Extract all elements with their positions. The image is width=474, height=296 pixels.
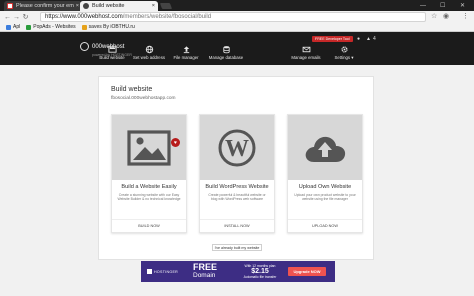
dev-tool-button[interactable]: FREE Developer Tool bbox=[312, 36, 353, 42]
nav-label: Settings ▾ bbox=[334, 55, 354, 60]
bookmark-apps[interactable]: Apl bbox=[6, 24, 20, 30]
nav-label: Set web address bbox=[132, 55, 165, 60]
upgrade-now-button[interactable]: Upgrade NOW bbox=[288, 267, 326, 276]
cloud-upload-icon bbox=[305, 136, 346, 162]
banner-brand: HOSTINGER bbox=[154, 269, 179, 274]
upload-icon bbox=[183, 46, 189, 54]
url-path: /members/website/fbosocial/build bbox=[122, 14, 212, 20]
banner-free: FREE bbox=[193, 262, 218, 272]
divider bbox=[112, 219, 186, 220]
database-icon bbox=[222, 46, 230, 54]
already-built-button[interactable]: I've already built my website bbox=[212, 244, 262, 251]
card-description: Upload your own product website to your … bbox=[294, 193, 356, 202]
wordpress-icon: W bbox=[218, 129, 256, 166]
window-close-icon[interactable]: ✕ bbox=[460, 0, 465, 11]
nav-manage-emails[interactable]: Manage emails bbox=[286, 45, 326, 65]
gear-icon bbox=[340, 46, 348, 53]
nav-manage-database[interactable]: Manage database bbox=[206, 45, 246, 65]
apps-icon bbox=[6, 24, 11, 30]
bookmark-icon bbox=[81, 24, 87, 30]
card-wordpress[interactable]: W Build WordPress Website Create powerfu… bbox=[199, 114, 275, 233]
card-website-builder[interactable]: Build a Website Easily Create a stunning… bbox=[111, 114, 187, 233]
globe-icon bbox=[145, 45, 153, 54]
close-icon[interactable]: × bbox=[152, 3, 155, 9]
card-title: Upload Own Website bbox=[298, 184, 352, 190]
maximize-icon[interactable]: ☐ bbox=[440, 0, 445, 11]
card-title: Build a Website Easily bbox=[121, 184, 177, 190]
minimize-icon[interactable]: — bbox=[420, 0, 426, 11]
logo-icon bbox=[80, 41, 89, 51]
site-address: fbosocial.000webhostapp.com bbox=[111, 96, 176, 101]
browser-tab-strip: Please confirm your em × Build website ×… bbox=[0, 0, 474, 11]
heart-icon: ♥ bbox=[171, 138, 180, 147]
forward-icon[interactable]: → bbox=[12, 14, 21, 21]
tab-build-website[interactable]: Build website × bbox=[80, 1, 158, 11]
reload-icon[interactable]: ↻ bbox=[21, 13, 30, 21]
build-website-panel: Build website fbosocial.000webhostapp.co… bbox=[98, 76, 374, 260]
nav-build-website[interactable]: Build website bbox=[92, 45, 132, 65]
image-icon bbox=[127, 129, 171, 166]
site-favicon-icon bbox=[83, 3, 89, 9]
card-upload-website[interactable]: Upload Own Website Upload your own produ… bbox=[287, 114, 363, 233]
close-icon[interactable]: × bbox=[76, 3, 79, 9]
back-icon[interactable]: ← bbox=[3, 14, 12, 21]
offer-price: $2.15 bbox=[251, 268, 269, 275]
bookmark-icon bbox=[26, 24, 32, 30]
app-header: 000webhost powered by HOSTINGER FREE Dev… bbox=[0, 32, 474, 65]
address-bar: ← → ↻ https://www.000webhost.com/members… bbox=[0, 11, 474, 23]
nav-settings[interactable]: Settings ▾ bbox=[324, 45, 364, 65]
nav-label: Manage database bbox=[208, 55, 244, 60]
bookmark-saves[interactable]: saves By iOBTHU.ru bbox=[81, 24, 135, 30]
extension-icon[interactable]: ◉ bbox=[443, 12, 449, 20]
bookmark-label: saves By iOBTHU.ru bbox=[88, 24, 135, 30]
bookmark-popads[interactable]: PopAds - Websites bbox=[26, 24, 76, 30]
notification-count: 4 bbox=[373, 36, 376, 42]
card-title: Build WordPress Website bbox=[205, 184, 269, 190]
svg-text:W: W bbox=[225, 136, 249, 162]
offer-line: Automatic file transfer bbox=[243, 275, 277, 279]
hostinger-logo: HOSTINGER bbox=[147, 269, 178, 274]
bookmark-label: PopAds - Websites bbox=[33, 24, 76, 30]
nav-label: Build website bbox=[99, 55, 125, 60]
user-icon[interactable]: ● bbox=[357, 36, 360, 42]
page-title: Build website bbox=[111, 86, 153, 93]
tab-title: Please confirm your em bbox=[16, 3, 74, 9]
nav-label: File manager bbox=[173, 55, 199, 60]
bookmark-label: Apl bbox=[13, 24, 21, 30]
nav-label: Manage emails bbox=[291, 55, 321, 60]
divider bbox=[288, 219, 362, 220]
tab-gmail[interactable]: Please confirm your em × bbox=[4, 1, 82, 11]
banner-domain: Domain bbox=[193, 272, 216, 279]
bookmarks-bar: Apl PopAds - Websites saves By iOBTHU.ru bbox=[0, 23, 474, 32]
star-icon[interactable]: ☆ bbox=[431, 12, 437, 20]
card-thumbnail bbox=[112, 115, 186, 180]
upload-now-button[interactable]: UPLOAD NOW bbox=[288, 224, 362, 228]
menu-icon[interactable]: ⋮ bbox=[462, 12, 469, 20]
card-thumbnail bbox=[288, 115, 362, 180]
tab-title: Build website bbox=[92, 3, 125, 9]
card-description: Create powerful & beautiful website or b… bbox=[208, 193, 266, 202]
mail-icon bbox=[302, 46, 310, 53]
install-now-button[interactable]: INSTALL NOW bbox=[200, 224, 274, 228]
url-domain: https://www.000webhost.com bbox=[45, 14, 123, 20]
banner-offer: With 12 months plan $2.15 Automatic file… bbox=[237, 264, 283, 279]
nav-set-web-address[interactable]: Set web address bbox=[129, 45, 169, 65]
promo-banner[interactable]: HOSTINGER FREE Domain With 12 months pla… bbox=[141, 261, 335, 282]
new-tab-button[interactable] bbox=[159, 3, 173, 9]
hostinger-icon bbox=[147, 269, 152, 274]
gmail-icon bbox=[7, 3, 13, 9]
card-thumbnail: W bbox=[200, 115, 274, 180]
build-now-button[interactable]: BUILD NOW bbox=[112, 224, 186, 228]
card-description: Create a stunning website with our Easy … bbox=[117, 193, 181, 202]
nav-file-manager[interactable]: File manager bbox=[166, 45, 206, 65]
build-icon bbox=[107, 46, 117, 53]
notification-bell-icon[interactable]: ▲ bbox=[366, 36, 371, 42]
divider bbox=[200, 219, 274, 220]
url-input[interactable]: https://www.000webhost.com/members/websi… bbox=[40, 12, 426, 22]
